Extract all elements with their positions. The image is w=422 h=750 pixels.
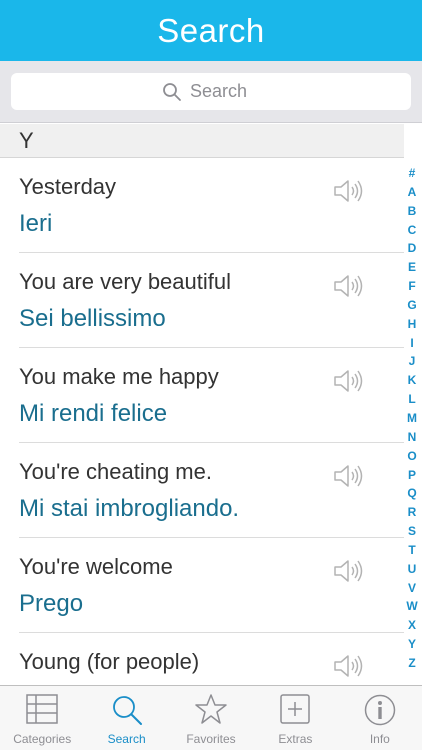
index-letter[interactable]: Q bbox=[407, 486, 416, 500]
tab-label: Favorites bbox=[186, 732, 236, 746]
section-letter: Y bbox=[19, 127, 34, 153]
index-letter[interactable]: B bbox=[408, 204, 417, 218]
speaker-icon[interactable] bbox=[333, 368, 365, 394]
phrase-italian: Ieri bbox=[19, 210, 53, 237]
index-letter[interactable]: X bbox=[408, 618, 416, 632]
index-letter[interactable]: C bbox=[408, 223, 417, 237]
search-input[interactable] bbox=[190, 81, 260, 102]
tab-categories[interactable]: Categories bbox=[0, 686, 84, 750]
phrase-italian: Mi rendi felice bbox=[19, 400, 168, 427]
phrase-english: You're welcome bbox=[19, 554, 173, 579]
index-letter[interactable]: E bbox=[408, 260, 416, 274]
search-icon bbox=[163, 82, 181, 101]
index-letter[interactable]: # bbox=[409, 166, 416, 180]
phrase-row[interactable]: Young (for people) bbox=[19, 633, 404, 685]
index-letter[interactable]: U bbox=[408, 562, 417, 576]
tab-favorites[interactable]: Favorites bbox=[169, 686, 253, 750]
tab-label: Categories bbox=[13, 732, 72, 746]
speaker-icon[interactable] bbox=[333, 558, 365, 584]
index-letter[interactable]: D bbox=[408, 241, 417, 255]
list-icon bbox=[26, 694, 58, 724]
index-letter[interactable]: P bbox=[408, 468, 416, 482]
search-icon bbox=[112, 696, 142, 725]
index-letter[interactable]: V bbox=[408, 581, 416, 595]
index-letter[interactable]: H bbox=[408, 317, 417, 331]
phrase-english: Yesterday bbox=[19, 174, 117, 199]
speaker-icon[interactable] bbox=[333, 463, 365, 489]
page-title: Search bbox=[157, 11, 265, 49]
tab-info[interactable]: Info bbox=[338, 686, 422, 750]
index-letter[interactable]: I bbox=[410, 336, 413, 350]
index-letter[interactable]: L bbox=[408, 392, 415, 406]
phrase-row[interactable]: Yesterday Ieri bbox=[19, 158, 404, 253]
index-letter[interactable]: Z bbox=[408, 656, 415, 670]
speaker-icon[interactable] bbox=[333, 273, 365, 299]
phrase-list: Yesterday Ieri You are very beautiful Se… bbox=[0, 158, 404, 685]
tab-bar: Categories Search Favorites Extras Info bbox=[0, 685, 422, 750]
nav-bar: Search bbox=[0, 0, 422, 61]
alphabet-index[interactable]: # A B C D E F G H I J K L M N O P Q R S T U V W X Y Z bbox=[404, 166, 420, 670]
phrase-italian: Sei bellissimo bbox=[19, 305, 166, 332]
phrase-english: Young (for people) bbox=[19, 649, 200, 674]
index-letter[interactable]: W bbox=[406, 599, 417, 613]
speaker-icon[interactable] bbox=[333, 653, 365, 679]
index-letter[interactable]: R bbox=[408, 505, 417, 519]
index-letter[interactable]: A bbox=[408, 185, 417, 199]
section-header: Y bbox=[0, 124, 404, 158]
index-letter[interactable]: S bbox=[408, 524, 416, 538]
plus-icon bbox=[280, 694, 311, 724]
phrase-row[interactable]: You're cheating me. Mi stai imbrogliando… bbox=[19, 443, 404, 538]
index-letter[interactable]: T bbox=[408, 543, 415, 557]
speaker-icon[interactable] bbox=[333, 178, 365, 204]
index-letter[interactable]: M bbox=[407, 411, 417, 425]
tab-label: Search bbox=[107, 732, 146, 746]
index-letter[interactable]: J bbox=[409, 354, 416, 368]
search-field[interactable] bbox=[11, 73, 411, 110]
phrase-italian: Mi stai imbrogliando. bbox=[19, 495, 240, 522]
tab-label: Extras bbox=[278, 732, 313, 746]
tab-extras[interactable]: Extras bbox=[253, 686, 337, 750]
phrase-english: You are very beautiful bbox=[19, 269, 231, 294]
info-icon bbox=[364, 694, 396, 726]
search-bar bbox=[0, 61, 422, 123]
index-letter[interactable]: O bbox=[407, 449, 416, 463]
index-letter[interactable]: F bbox=[408, 279, 415, 293]
star-icon bbox=[195, 694, 227, 724]
tab-search[interactable]: Search bbox=[84, 686, 168, 750]
tab-label: Info bbox=[369, 732, 390, 746]
index-letter[interactable]: Y bbox=[408, 637, 416, 651]
phrase-italian: Prego bbox=[19, 590, 84, 617]
index-letter[interactable]: K bbox=[408, 373, 417, 387]
phrase-row[interactable]: You are very beautiful Sei bellissimo bbox=[19, 253, 404, 348]
phrase-english: You're cheating me. bbox=[19, 459, 212, 484]
index-letter[interactable]: N bbox=[408, 430, 417, 444]
phrase-row[interactable]: You're welcome Prego bbox=[19, 538, 404, 633]
phrase-english: You make me happy bbox=[19, 364, 219, 389]
phrase-row[interactable]: You make me happy Mi rendi felice bbox=[19, 348, 404, 443]
index-letter[interactable]: G bbox=[407, 298, 416, 312]
